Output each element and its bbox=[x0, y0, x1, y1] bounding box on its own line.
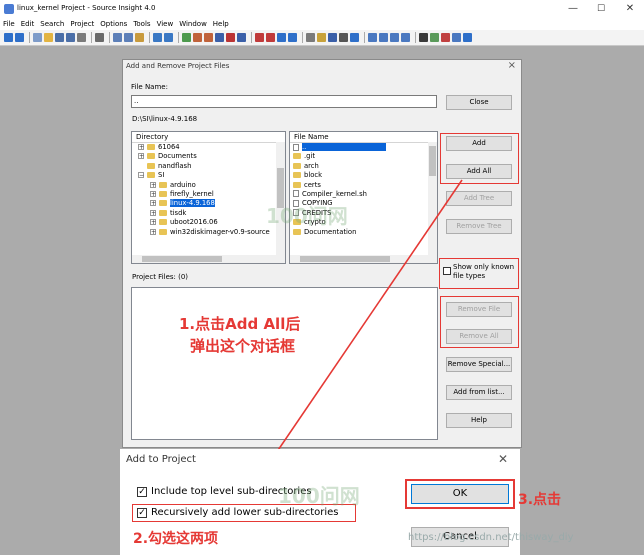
ok-button[interactable]: OK bbox=[411, 484, 509, 504]
annotation-step3: 3.点击 bbox=[518, 492, 562, 508]
watermark-url: https://blog.csdn.net/thisway_diy bbox=[408, 532, 574, 543]
recursively-add-checkbox[interactable]: ✓ bbox=[137, 508, 147, 518]
add-to-project-close-icon[interactable]: ✕ bbox=[498, 452, 508, 466]
watermark-logo-2: 100问网 bbox=[278, 484, 360, 508]
include-top-level-checkbox[interactable]: ✓ bbox=[137, 487, 147, 497]
annotation-step2: 2.勾选这两项 bbox=[133, 531, 219, 547]
add-to-project-title: Add to Project bbox=[126, 454, 196, 465]
